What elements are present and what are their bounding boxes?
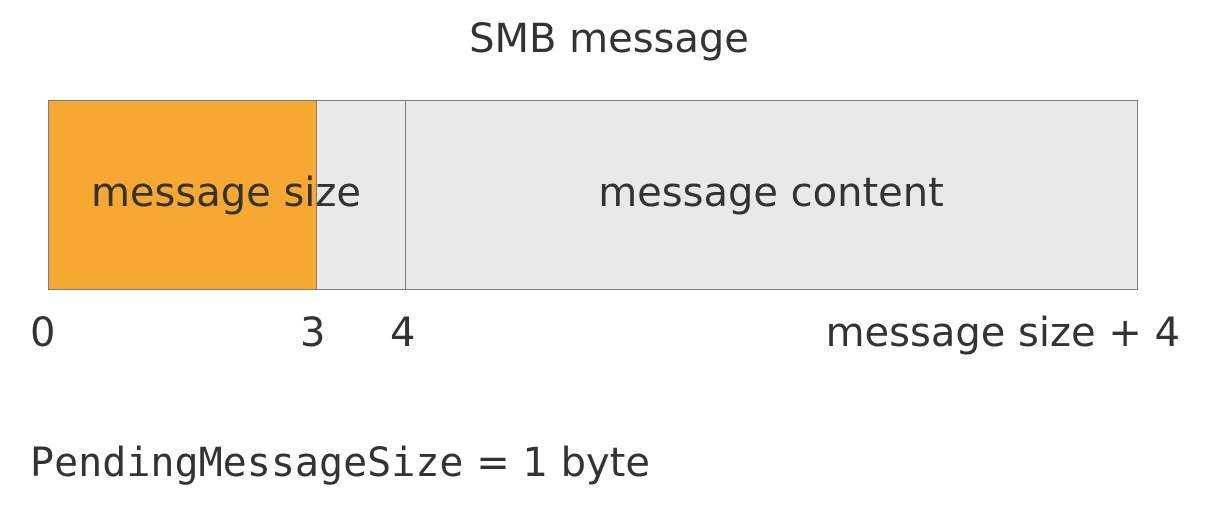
offset-4: 4 bbox=[390, 310, 415, 356]
footer-note: PendingMessageSize = 1 byte bbox=[30, 440, 650, 486]
diagram-title: SMB message bbox=[0, 16, 1218, 62]
footer-value: 1 byte bbox=[522, 440, 650, 486]
offset-3: 3 bbox=[300, 310, 325, 356]
footer-var-name: PendingMessageSize bbox=[30, 440, 463, 486]
label-message-size: message size bbox=[48, 170, 404, 216]
footer-equals: = bbox=[463, 440, 522, 486]
offset-end: message size + 4 bbox=[826, 310, 1180, 356]
label-message-content: message content bbox=[404, 170, 1138, 216]
offset-0: 0 bbox=[30, 310, 55, 356]
smb-message-diagram: SMB message message size message content… bbox=[0, 0, 1218, 510]
